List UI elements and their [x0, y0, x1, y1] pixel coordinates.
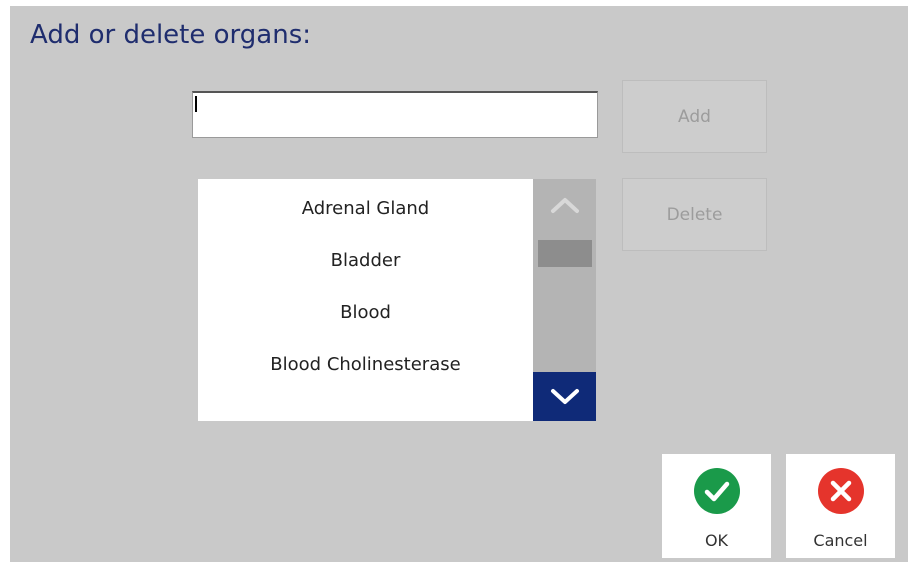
add-delete-organs-dialog: Add or delete organs: Add Delete Adrenal… [10, 6, 908, 562]
scroll-thumb[interactable] [538, 240, 592, 267]
check-circle-icon [694, 468, 740, 514]
list-item[interactable]: Adrenal Gland [198, 182, 533, 234]
chevron-down-icon [550, 388, 579, 404]
chevron-up-icon [550, 198, 579, 213]
ok-label: OK [704, 531, 729, 550]
organ-name-input[interactable] [192, 91, 598, 138]
list-item[interactable]: Blood [198, 286, 533, 338]
cancel-label: Cancel [813, 531, 868, 550]
list-item[interactable]: Blood Cholinesterase [198, 338, 533, 390]
add-button[interactable]: Add [622, 80, 767, 153]
dialog-title: Add or delete organs: [30, 20, 311, 50]
organ-list-scrollbar[interactable] [533, 179, 596, 421]
ok-button[interactable]: OK [662, 454, 771, 558]
list-item[interactable]: Bladder [198, 234, 533, 286]
text-caret [195, 96, 197, 112]
delete-button[interactable]: Delete [622, 178, 767, 251]
x-circle-icon [818, 468, 864, 514]
cancel-button[interactable]: Cancel [786, 454, 895, 558]
scroll-up-button[interactable] [533, 179, 596, 231]
organ-list[interactable]: Adrenal Gland Bladder Blood Blood Cholin… [198, 179, 533, 421]
scroll-down-button[interactable] [533, 372, 596, 421]
